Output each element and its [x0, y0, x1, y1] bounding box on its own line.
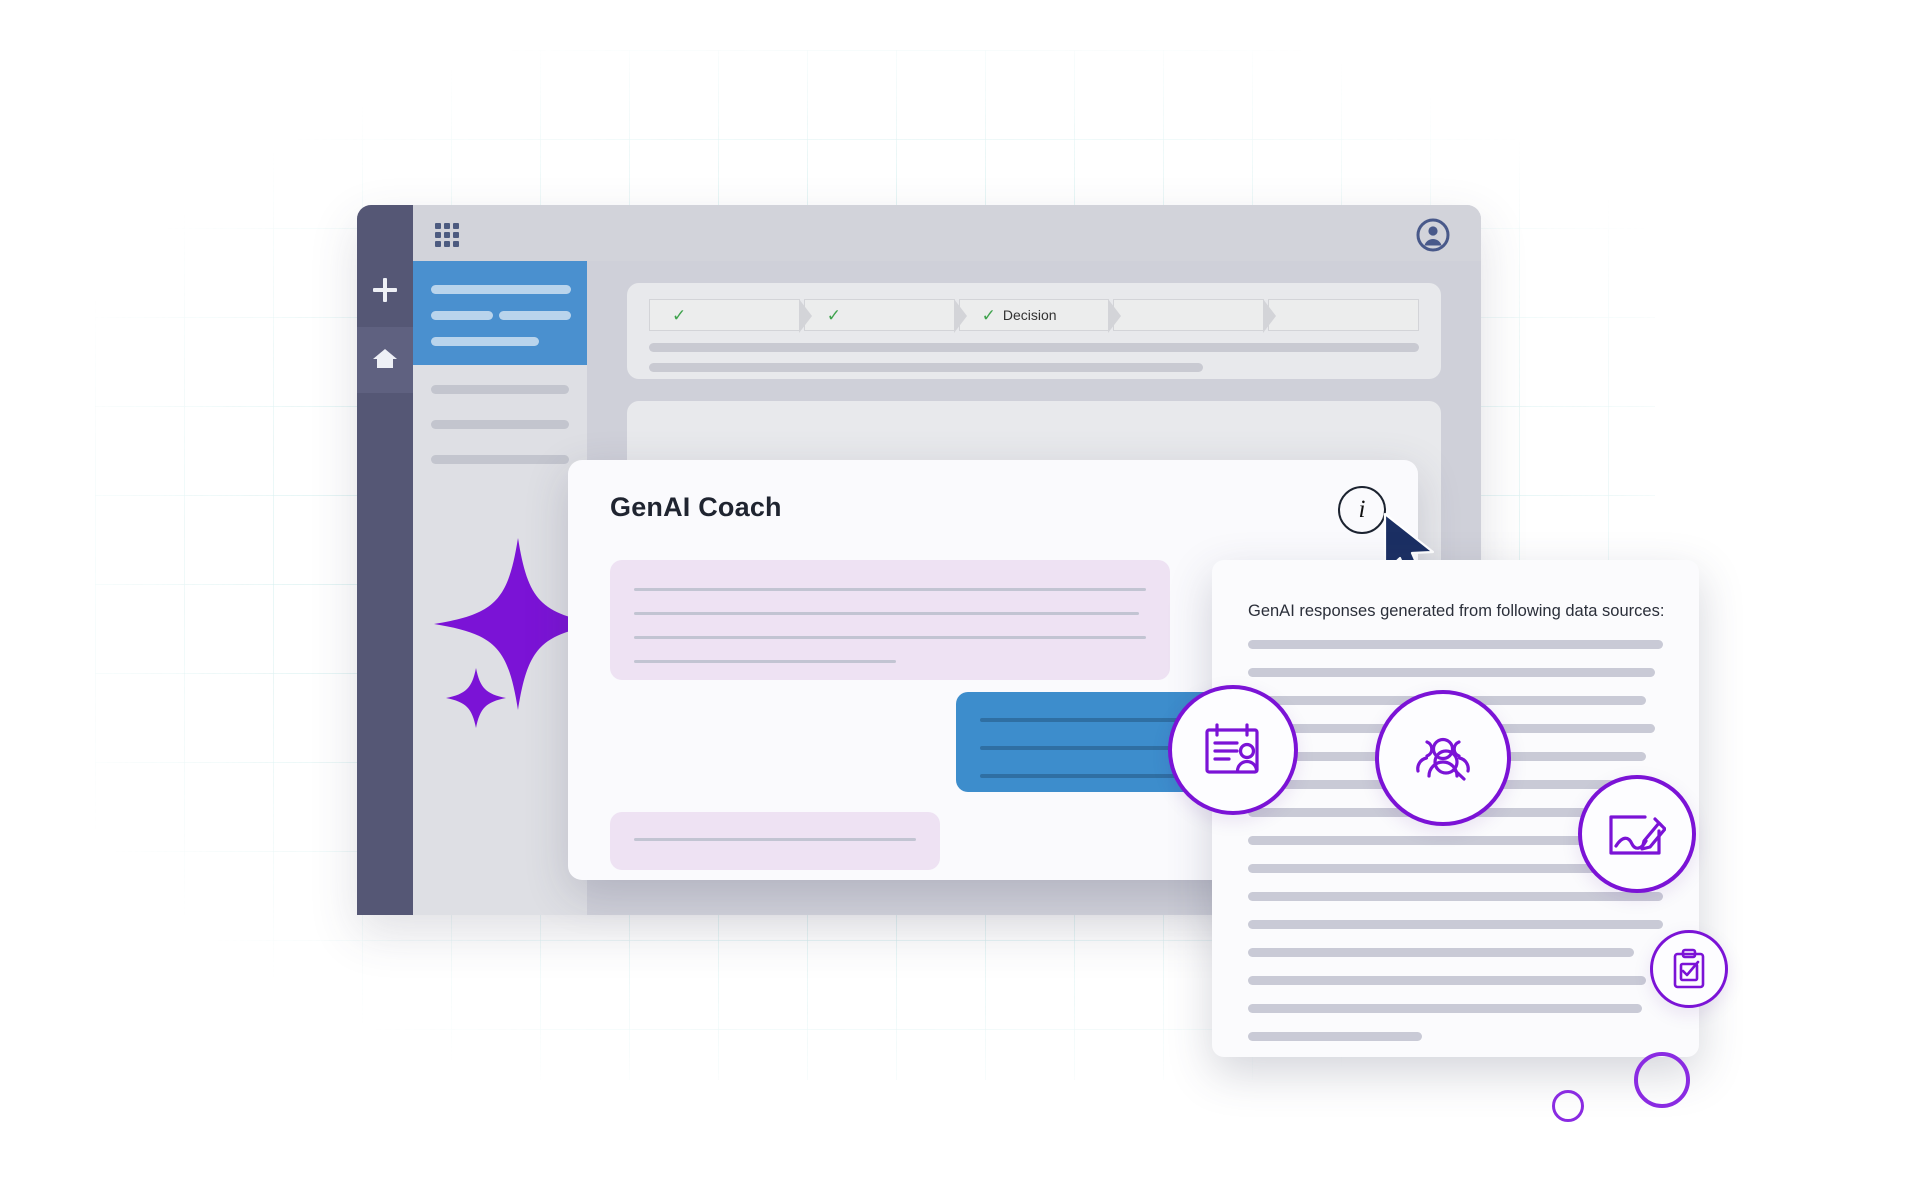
check-icon: ✓ [672, 305, 687, 325]
panel-placeholder-lines [649, 343, 1419, 383]
stepper-step[interactable] [1268, 299, 1419, 331]
home-icon [372, 346, 398, 375]
info-glyph: i [1358, 496, 1366, 523]
sidebar-item-active[interactable] [413, 261, 587, 365]
stepper-step[interactable]: ✓ [649, 299, 812, 333]
illustration-stage: ✓ ✓ ✓ Decision GenAI Coach i GenAI respo… [0, 0, 1920, 1190]
rail-home-button[interactable] [357, 327, 413, 393]
clipboard-check-icon[interactable] [1650, 930, 1728, 1008]
assistant-message-bubble [610, 560, 1170, 680]
sidebar-item[interactable] [431, 420, 569, 429]
stepper: ✓ ✓ ✓ Decision [649, 299, 1419, 333]
talent-search-icon[interactable] [1375, 690, 1511, 826]
plus-icon [373, 278, 397, 302]
decor-ring-small [1552, 1090, 1584, 1122]
check-icon: ✓ [981, 305, 996, 325]
stepper-step[interactable]: ✓ [803, 299, 967, 333]
assistant-message-bubble [610, 812, 940, 870]
rail-add-button[interactable] [357, 257, 413, 323]
process-stepper-panel: ✓ ✓ ✓ Decision [627, 283, 1441, 379]
signature-icon[interactable] [1578, 775, 1696, 893]
stepper-step-decision[interactable]: ✓ Decision [958, 299, 1122, 333]
sidebar-item[interactable] [431, 385, 569, 394]
info-icon[interactable]: i [1338, 486, 1386, 534]
left-nav-rail [357, 205, 413, 915]
employee-record-icon[interactable] [1168, 685, 1298, 815]
stepper-step-label: Decision [1002, 307, 1057, 323]
sidebar-item[interactable] [431, 455, 569, 464]
data-sources-title: GenAI responses generated from following… [1248, 602, 1665, 620]
sidebar-item-list [413, 385, 587, 490]
grid-apps-icon[interactable] [435, 223, 459, 247]
user-avatar-icon[interactable] [1415, 217, 1451, 253]
stepper-step[interactable] [1113, 299, 1276, 333]
decor-ring-large [1634, 1052, 1690, 1108]
check-icon: ✓ [826, 305, 842, 325]
app-topbar [413, 205, 1481, 261]
page-title: GenAI Coach [610, 492, 782, 522]
